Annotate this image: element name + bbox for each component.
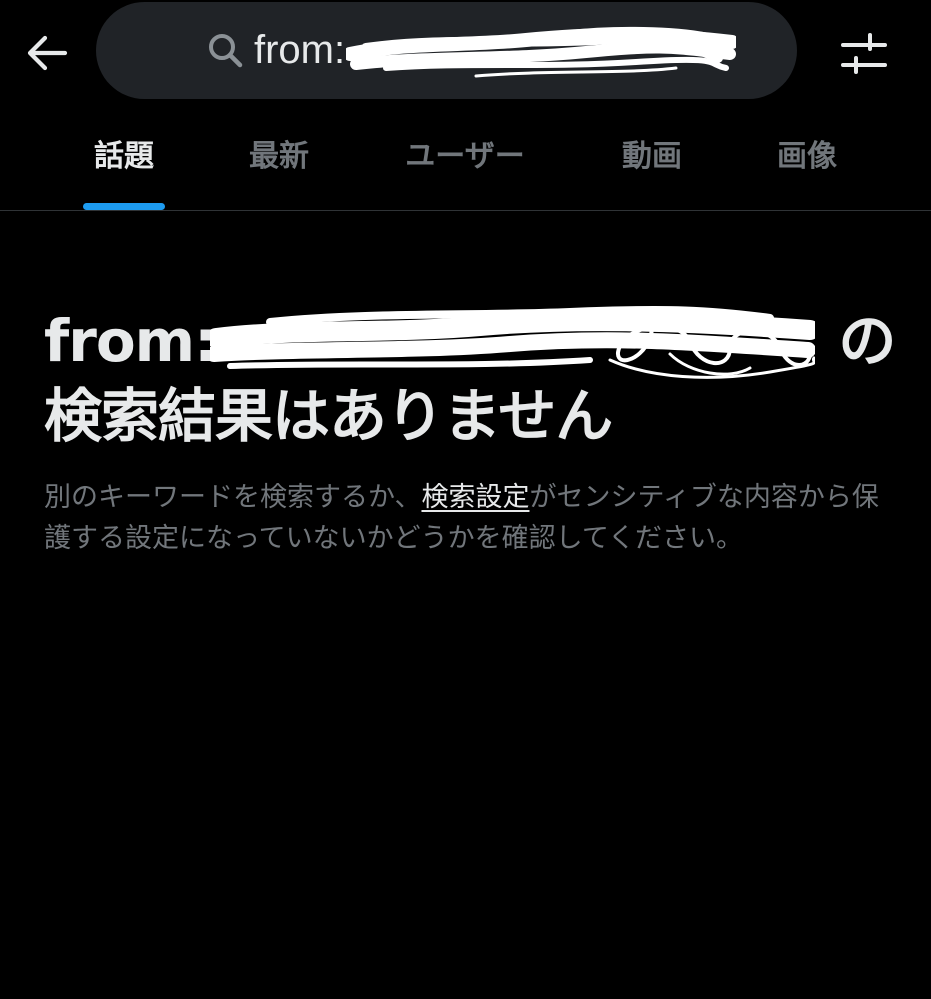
tab-top[interactable]: 話題 [54, 112, 194, 210]
arrow-left-icon [27, 35, 68, 71]
headline-line-2: 検索結果はありません [44, 382, 613, 450]
redaction-scribble [346, 26, 736, 78]
search-filter-button[interactable] [836, 26, 892, 82]
tab-people[interactable]: ユーザー [375, 112, 555, 210]
search-settings-link[interactable]: 検索設定 [421, 482, 529, 513]
search-query-text[interactable]: from: [254, 24, 345, 76]
tab-latest[interactable]: 最新 [209, 112, 349, 210]
empty-state-description: 別のキーワードを検索するか、検索設定がセンシティブな内容から保護する設定になって… [44, 482, 879, 554]
back-button[interactable] [22, 28, 72, 78]
top-bar: from: [0, 0, 931, 110]
tabs-divider [0, 210, 931, 211]
sliders-icon [841, 33, 887, 74]
search-icon [209, 34, 243, 68]
active-tab-indicator [83, 203, 165, 210]
tab-images[interactable]: 画像 [737, 112, 877, 210]
redaction-scribble [210, 306, 815, 379]
tab-videos[interactable]: 動画 [582, 112, 722, 210]
search-tabs: 話題 最新 ユーザー 動画 画像 [0, 112, 931, 210]
